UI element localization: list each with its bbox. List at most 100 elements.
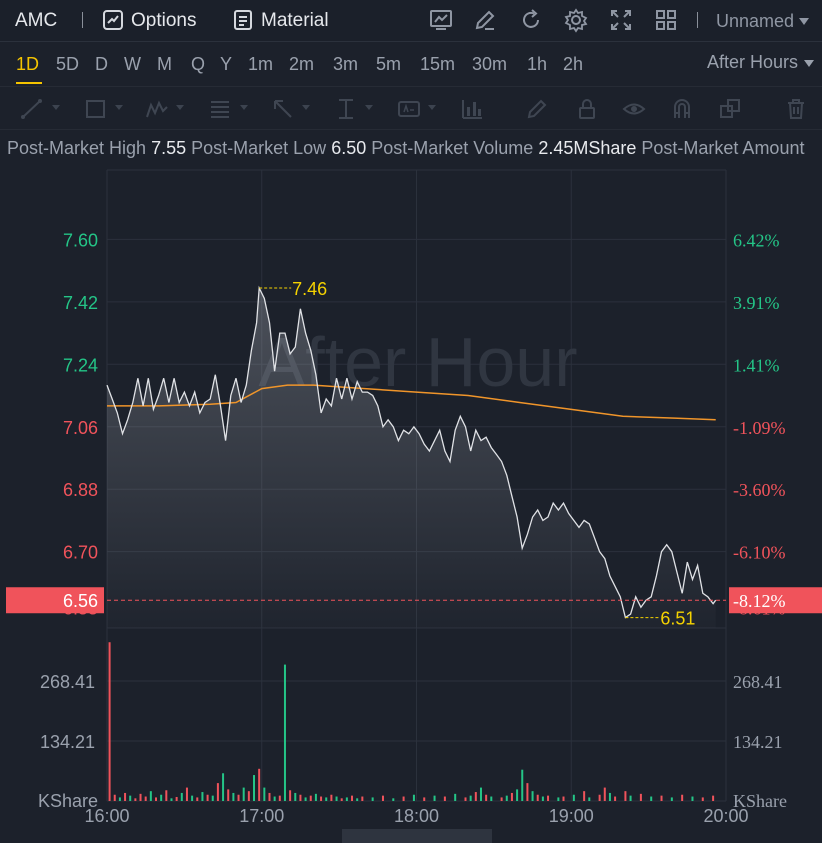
volume-bar [258,768,261,801]
volume-bar [170,798,173,801]
volume-bar [598,794,601,801]
time-tick-label: 19:00 [549,806,594,826]
volume-bar [536,794,539,801]
volume-bar [206,794,209,801]
volume-bar [691,796,694,801]
volume-bar [490,796,493,801]
volume-bar [232,792,235,801]
volume-bar [216,783,219,801]
volume-bar [299,794,302,801]
volume-bar [113,794,116,801]
volume-bar [175,796,178,801]
volume-bar [547,795,550,801]
volume-bar [479,787,482,801]
price-tick-label: 7.60 [63,230,98,250]
volume-bar [242,787,245,801]
volume-bar [289,790,292,801]
current-change-label: -8.12% [733,591,786,611]
volume-bar [701,797,704,801]
scroll-handle[interactable] [342,829,492,843]
volume-bar [124,792,127,801]
volume-bar [129,795,132,801]
price-tick-label: 7.06 [63,418,98,438]
volume-bar [253,775,256,801]
volume-bar [505,795,508,801]
volume-bar [608,792,611,801]
volume-bar [237,794,240,801]
percent-tick-label: -3.60% [733,480,786,500]
volume-bar [340,798,343,801]
volume-bar [433,795,436,801]
volume-bar [454,793,457,801]
volume-tick-label: 134.21 [733,732,783,752]
volume-bar [572,794,575,801]
volume-bar [325,797,328,801]
volume-bar [712,795,715,801]
volume-tick-label: 134.21 [40,732,95,752]
volume-bar [165,790,168,801]
volume-bar [516,789,519,801]
volume-bar [681,794,684,801]
volume-axis: 268.41 268.41134.21 134.21KShare KShare [38,672,787,811]
volume-bar [531,791,534,801]
volume-bar [108,642,111,801]
volume-bar [541,796,544,801]
volume-bar [474,792,477,801]
volume-bar [588,797,591,801]
price-tick-label: 7.42 [63,293,98,313]
volume-bar [464,797,467,801]
volume-bar [650,796,653,801]
volume-bar [583,791,586,801]
volume-bar [639,793,642,801]
percent-tick-label: -1.09% [733,418,786,438]
volume-bar [118,797,121,801]
volume-bar [201,792,204,801]
volume-bar [485,794,488,801]
volume-bar [247,791,250,801]
volume-bar [139,793,142,801]
volume-bar [412,794,415,801]
volume-bar [180,792,183,801]
volume-tick-label: 268.41 [40,672,95,692]
volume-bar [562,796,565,801]
volume-bar [185,787,188,801]
low-marker-label: 6.51 [660,609,695,629]
volume-bar [294,792,297,801]
price-chart[interactable]: After Hour 7.607.427.247.066.886.70 6.42… [0,0,822,843]
volume-bar [227,789,230,801]
percent-tick-label: 1.41% [733,355,780,375]
high-marker-label: 7.46 [292,279,327,299]
volume-bar [392,798,395,801]
time-tick-label: 20:00 [703,806,748,826]
volume-bar [670,797,673,801]
volume-bar [603,787,606,801]
percent-tick-label: 3.91% [733,293,780,313]
volume-bar [330,794,333,801]
volume-bar [273,796,276,801]
volume-bar [351,795,354,801]
volume-tick-label: 268.41 [733,672,783,692]
percent-tick-label: 6.42% [733,230,780,250]
volume-bar [283,664,286,801]
volume-bar [423,797,426,801]
volume-bar [222,773,225,801]
volume-bar [371,797,374,801]
volume-bar [381,795,384,801]
price-tick-label: 6.88 [63,480,98,500]
volume-bar [660,795,663,801]
volume-bar [304,797,307,801]
volume-bar [510,792,513,801]
volume-bar [144,796,147,801]
volume-bars [108,642,715,801]
volume-bar [557,797,560,801]
current-price-label: 6.56 [63,591,98,611]
price-tick-label: 6.70 [63,543,98,563]
volume-bar [521,769,524,801]
volume-bar [134,798,137,801]
price-tick-label: 7.24 [63,355,98,375]
time-tick-label: 17:00 [239,806,284,826]
volume-bar [268,792,271,801]
volume-bar [263,787,266,801]
volume-bar [356,798,359,801]
time-tick-label: 18:00 [394,806,439,826]
